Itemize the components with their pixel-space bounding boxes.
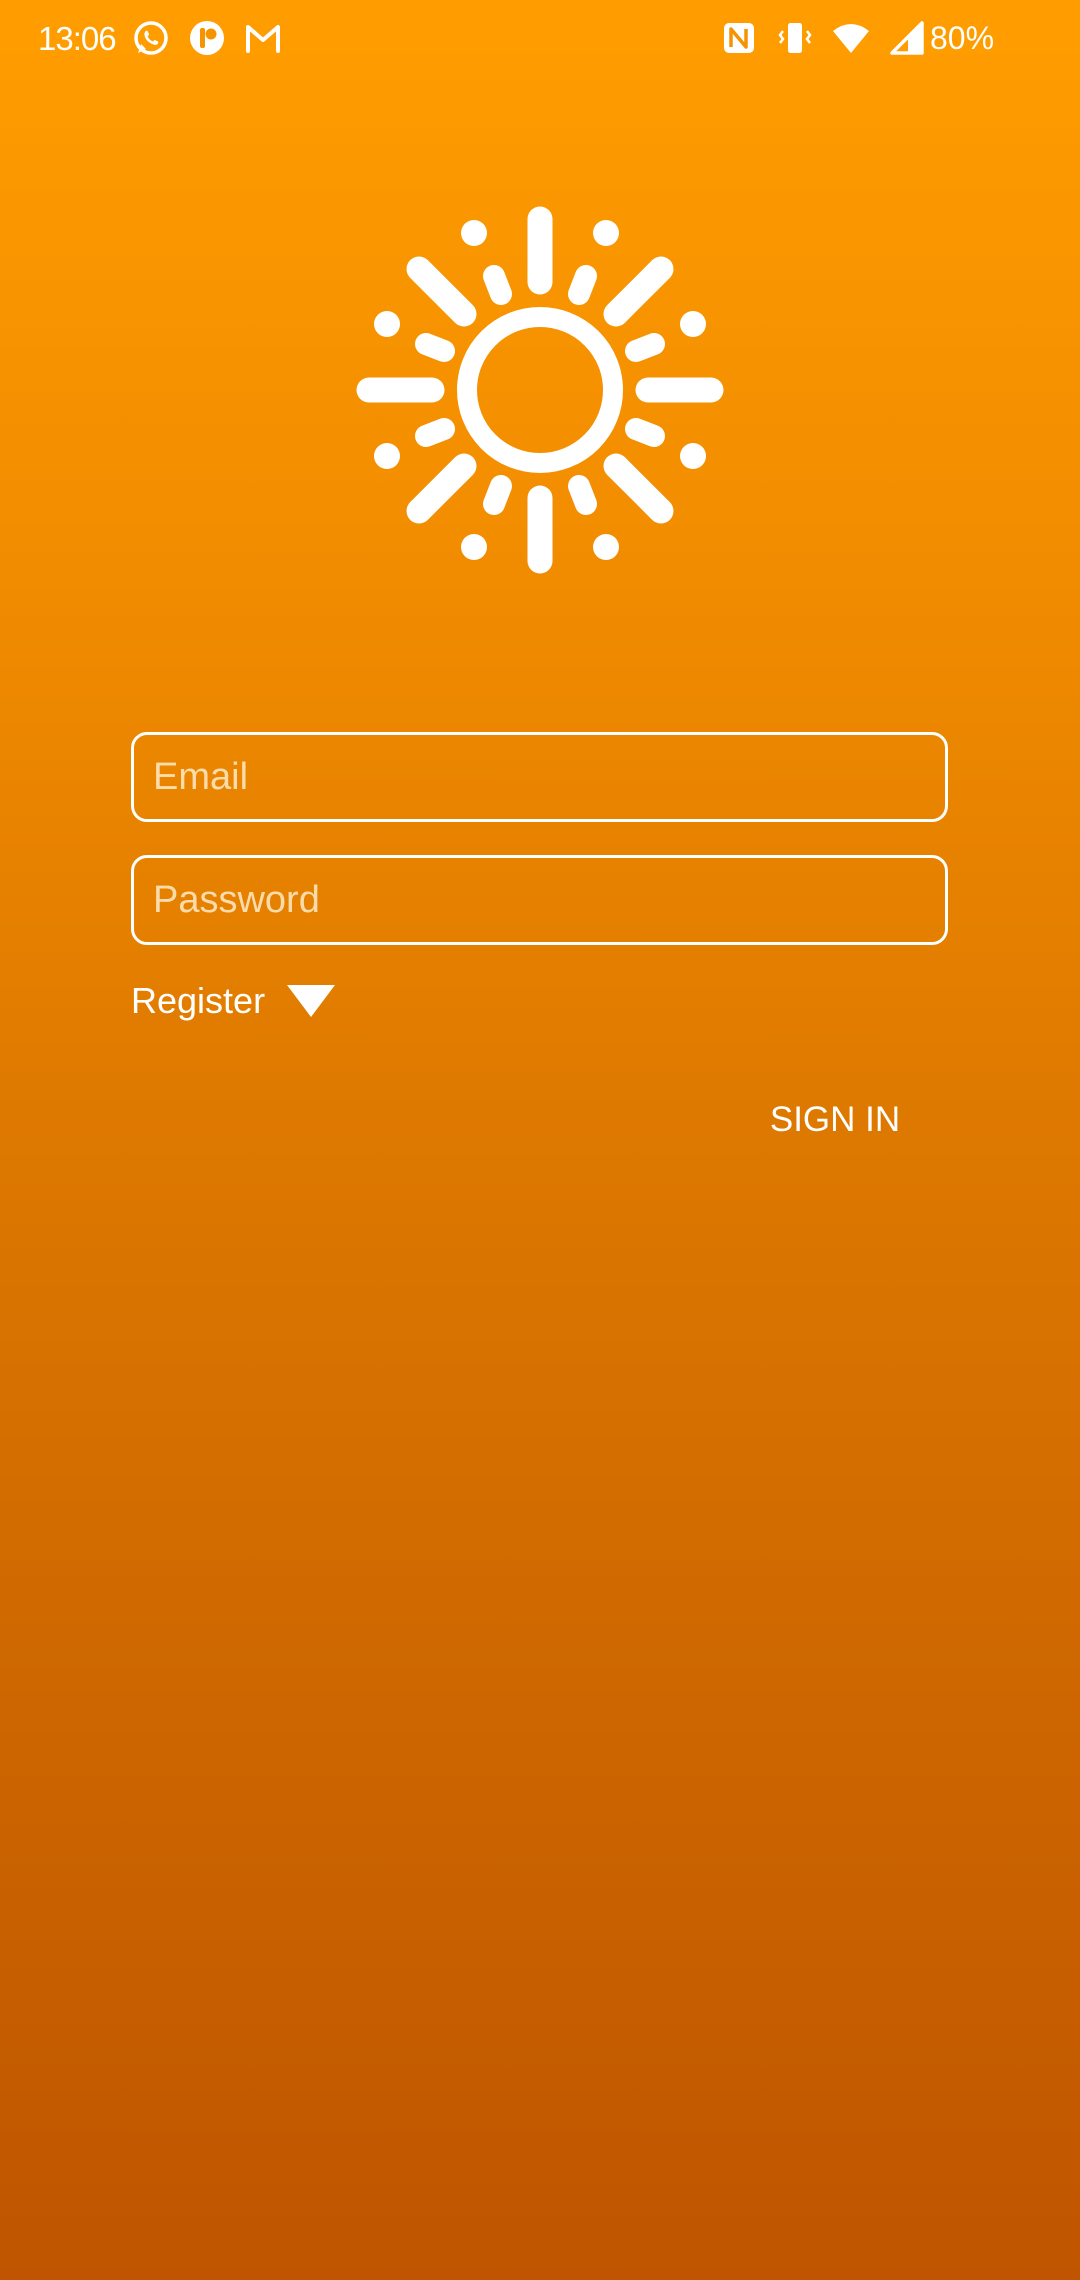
register-dropdown[interactable]: Register — [131, 978, 336, 1024]
register-label: Register — [131, 980, 266, 1021]
system-icons — [720, 19, 926, 57]
status-time: 13:06 — [38, 20, 117, 57]
caret-down-icon — [287, 985, 336, 1017]
vibrate-icon — [778, 23, 812, 53]
email-field-container — [131, 732, 948, 822]
nfc-icon — [724, 23, 754, 53]
whatsapp-icon — [134, 21, 168, 55]
pinterest-like-icon — [190, 21, 224, 55]
gmail-icon — [246, 25, 280, 53]
email-field[interactable] — [134, 735, 945, 819]
wifi-icon — [833, 24, 869, 53]
battery-level: 80% — [930, 20, 995, 56]
sign-in-button[interactable]: SIGN IN — [740, 1090, 930, 1150]
password-field-container — [131, 855, 948, 945]
sun-icon — [356, 206, 724, 574]
notification-icons — [132, 19, 282, 57]
cell-signal-icon — [890, 21, 924, 55]
password-field[interactable] — [134, 858, 945, 942]
status-bar: 13:06 80% — [0, 0, 1080, 84]
